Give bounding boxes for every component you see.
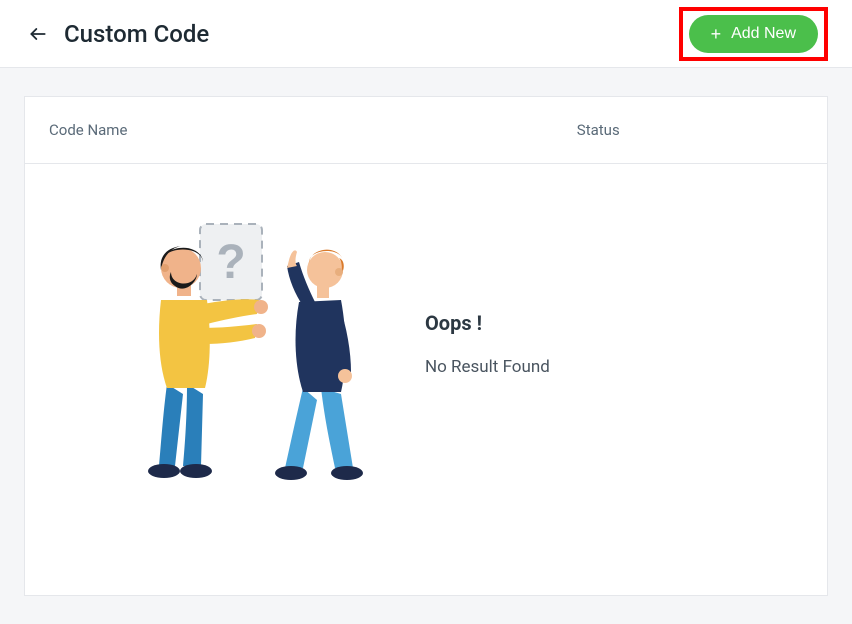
column-header-status: Status xyxy=(577,121,803,139)
back-arrow-icon[interactable] xyxy=(28,24,48,44)
empty-state-message: No Result Found xyxy=(425,357,550,377)
empty-state-heading: Oops ! xyxy=(425,311,550,335)
add-new-button[interactable]: + Add New xyxy=(689,15,818,53)
highlight-box: + Add New xyxy=(679,7,828,61)
content-area: Code Name Status ? xyxy=(0,68,852,624)
add-new-label: Add New xyxy=(731,25,796,43)
page-title: Custom Code xyxy=(64,20,209,48)
header-bar: Custom Code + Add New xyxy=(0,0,852,68)
empty-state: ? xyxy=(25,164,827,524)
plus-icon: + xyxy=(711,25,722,43)
title-group: Custom Code xyxy=(28,20,209,48)
card: Code Name Status ? xyxy=(24,96,828,596)
empty-state-illustration: ? xyxy=(85,204,385,484)
empty-state-text: Oops ! No Result Found xyxy=(425,311,550,377)
column-header-code-name: Code Name xyxy=(49,121,577,139)
table-header: Code Name Status xyxy=(25,97,827,164)
svg-text:?: ? xyxy=(216,236,245,289)
